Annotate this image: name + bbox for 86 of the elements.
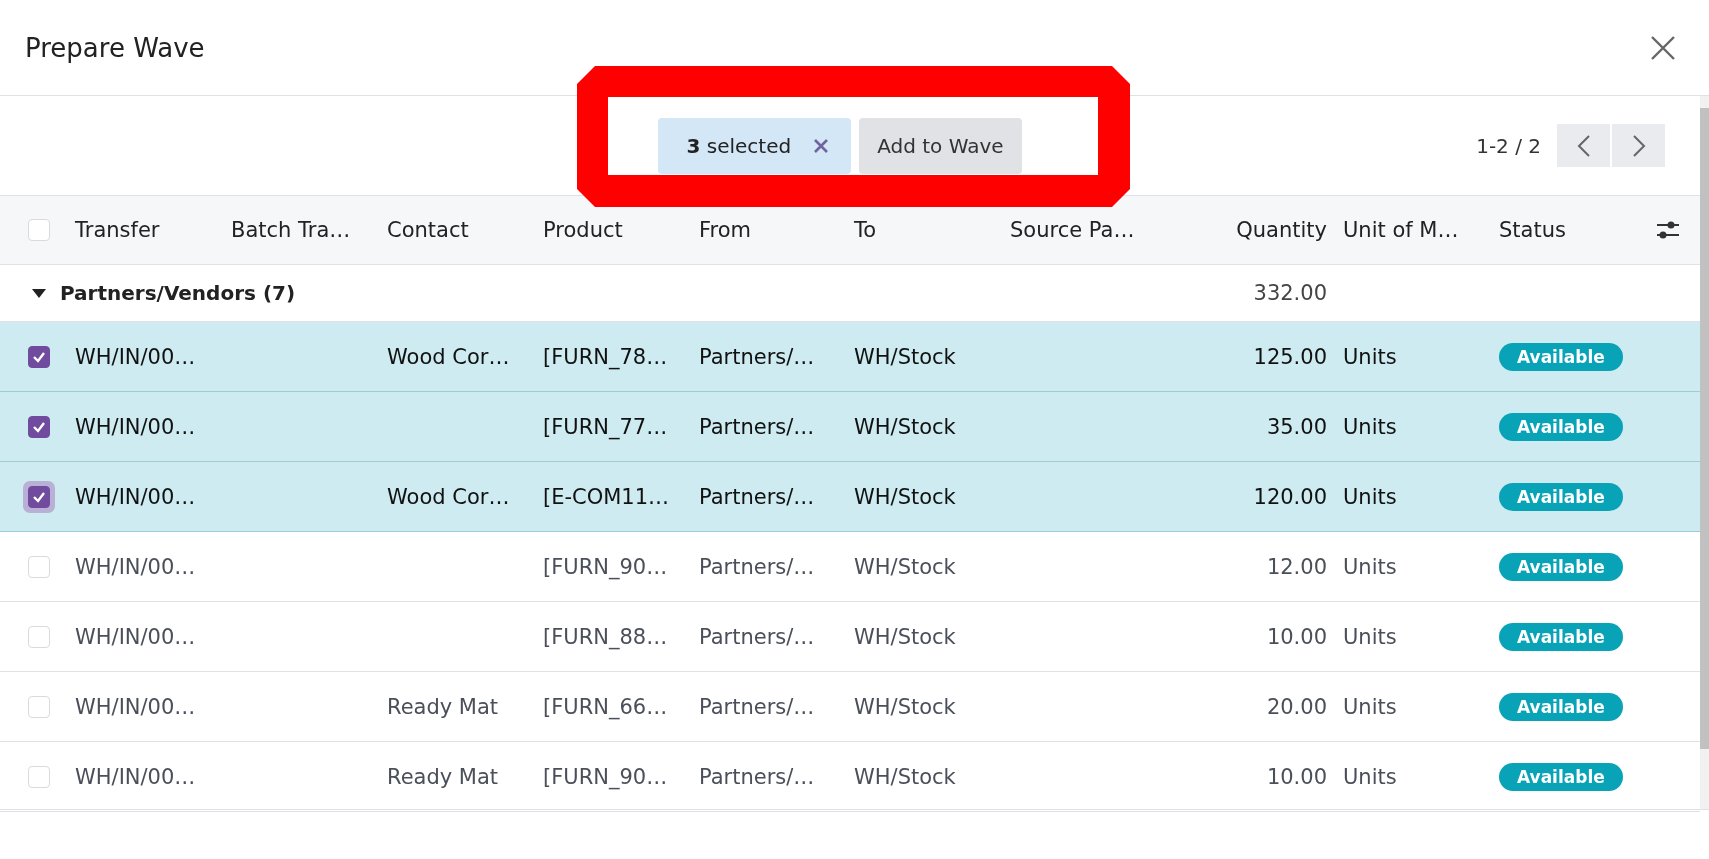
contact-cell: Wood Cor…: [387, 344, 510, 369]
product-cell: [FURN_77…: [543, 414, 668, 439]
status-badge: Available: [1499, 482, 1623, 511]
product-cell: [E-COM11…: [543, 484, 670, 509]
quantity-cell: 120.00: [1253, 484, 1327, 509]
from-cell: Partners/…: [699, 484, 815, 509]
transfer-cell: WH/IN/00…: [75, 414, 196, 439]
table-row[interactable]: WH/IN/00… [FURN_88… Partners/… WH/Stock 10.00 Units Available: [0, 602, 1700, 672]
unit-cell: Units: [1343, 694, 1397, 719]
contact-cell: Wood Cor…: [387, 484, 510, 509]
transfer-cell: WH/IN/00…: [75, 484, 196, 509]
contact-cell: Ready Mat: [387, 764, 499, 789]
transfer-cell: WH/IN/00…: [75, 554, 196, 579]
caret-down-icon: [32, 288, 46, 298]
status-badge: Available: [1499, 622, 1623, 651]
product-cell: [FURN_90…: [543, 554, 668, 579]
status-badge: Available: [1499, 692, 1623, 721]
chevron-left-icon: [1576, 133, 1591, 158]
table-row[interactable]: WH/IN/00… Wood Cor… [E-COM11… Partners/… WH/Stock 120.00 Units Available: [0, 462, 1700, 532]
previous-page-button[interactable]: [1557, 124, 1610, 167]
add-to-wave-button[interactable]: Add to Wave: [859, 117, 1022, 174]
status-badge: Available: [1499, 762, 1623, 791]
unit-cell: Units: [1343, 344, 1397, 369]
from-cell: Partners/…: [699, 764, 815, 789]
column-header[interactable]: From: [699, 218, 752, 242]
pager-range: 1-2 / 2: [1476, 133, 1541, 158]
table-row[interactable]: WH/IN/00… [FURN_77… Partners/… WH/Stock 35.00 Units Available: [0, 392, 1700, 462]
dialog-title: Prepare Wave: [25, 32, 205, 63]
from-cell: Partners/…: [699, 694, 815, 719]
transfer-cell: WH/IN/00…: [75, 694, 196, 719]
from-cell: Partners/…: [699, 554, 815, 579]
transfer-cell: WH/IN/00…: [75, 624, 196, 649]
quantity-cell: 125.00: [1253, 344, 1327, 369]
scrollbar[interactable]: [1700, 96, 1709, 809]
quantity-cell: 10.00: [1266, 764, 1327, 789]
from-cell: Partners/…: [699, 414, 815, 439]
quantity-cell: 35.00: [1266, 414, 1327, 439]
column-header[interactable]: Status: [1499, 218, 1566, 242]
unit-cell: Units: [1343, 764, 1397, 789]
to-cell: WH/Stock: [854, 764, 956, 789]
status-badge: Available: [1499, 552, 1623, 581]
unit-cell: Units: [1343, 554, 1397, 579]
column-header[interactable]: Quantity: [1236, 218, 1327, 242]
quantity-cell: 20.00: [1266, 694, 1327, 719]
column-header[interactable]: Batch Tra…: [231, 218, 351, 242]
unit-cell: Units: [1343, 624, 1397, 649]
table-row[interactable]: WH/IN/00… Wood Cor… [FURN_78… Partners/… WH/Stock 125.00 Units Available: [0, 322, 1700, 392]
product-cell: [FURN_90…: [543, 764, 668, 789]
status-badge: Available: [1499, 342, 1623, 371]
select-all-checkbox[interactable]: [27, 219, 50, 241]
from-cell: Partners/…: [699, 624, 815, 649]
product-cell: [FURN_88…: [543, 624, 668, 649]
product-cell: [FURN_78…: [543, 344, 668, 369]
column-header[interactable]: Source Pa…: [1010, 218, 1135, 242]
chevron-right-icon: [1631, 133, 1646, 158]
quantity-cell: 10.00: [1266, 624, 1327, 649]
to-cell: WH/Stock: [854, 624, 956, 649]
to-cell: WH/Stock: [854, 554, 956, 579]
column-header[interactable]: Transfer: [75, 218, 160, 242]
to-cell: WH/Stock: [854, 414, 956, 439]
transfer-cell: WH/IN/00…: [75, 344, 196, 369]
unit-cell: Units: [1343, 414, 1397, 439]
group-quantity-total: 332.00: [1253, 281, 1327, 305]
column-header[interactable]: To: [854, 218, 877, 242]
row-checkbox[interactable]: [27, 345, 50, 368]
to-cell: WH/Stock: [854, 694, 956, 719]
transfer-cell: WH/IN/00…: [75, 764, 196, 789]
to-cell: WH/Stock: [854, 484, 956, 509]
quantity-cell: 12.00: [1266, 554, 1327, 579]
status-badge: Available: [1499, 412, 1623, 441]
column-header[interactable]: Product: [543, 218, 623, 242]
row-checkbox[interactable]: [27, 415, 50, 438]
table-row[interactable]: WH/IN/00… Ready Mat [FURN_66… Partners/… WH/Stock 20.00 Units Available: [0, 672, 1700, 742]
unit-cell: Units: [1343, 484, 1397, 509]
from-cell: Partners/…: [699, 344, 815, 369]
product-cell: [FURN_66…: [543, 694, 668, 719]
selection-count: 3 selected: [686, 133, 792, 158]
column-header[interactable]: Unit of M…: [1343, 218, 1459, 242]
contact-cell: Ready Mat: [387, 694, 499, 719]
table-row[interactable]: WH/IN/00… Ready Mat [FURN_90… Partners/… WH/Stock 10.00 Units Available: [0, 742, 1700, 812]
group-row-header[interactable]: Partners/Vendors (7): [0, 281, 296, 305]
settings-sliders-icon[interactable]: [1656, 219, 1680, 241]
column-header[interactable]: Contact: [387, 218, 469, 242]
to-cell: WH/Stock: [854, 344, 956, 369]
next-page-button[interactable]: [1612, 124, 1665, 167]
table-row[interactable]: WH/IN/00… [FURN_90… Partners/… WH/Stock 12.00 Units Available: [0, 532, 1700, 602]
